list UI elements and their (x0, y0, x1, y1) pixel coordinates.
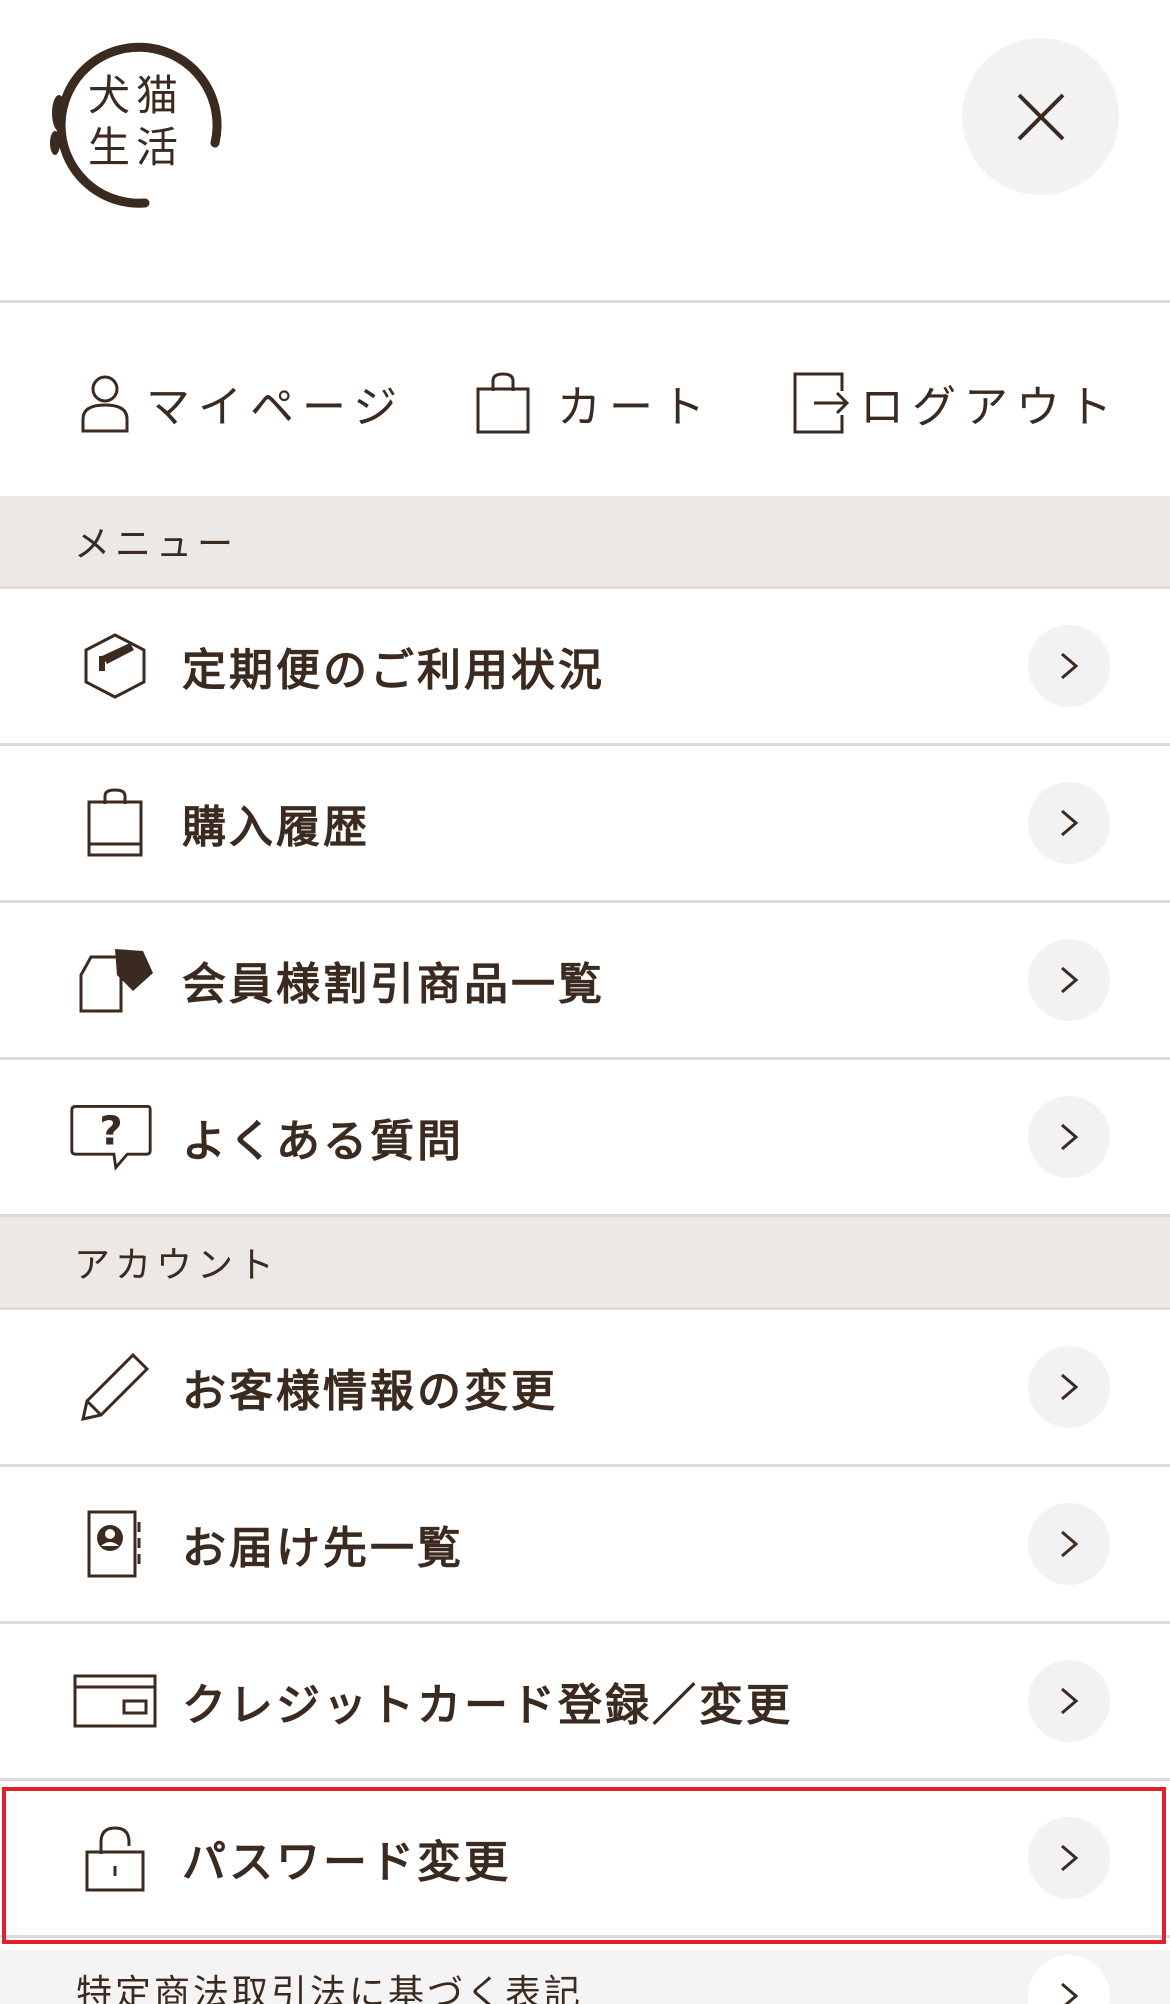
menu-item-faq[interactable]: ? よくある質問 (0, 1060, 1170, 1217)
menu-item-label: よくある質問 (182, 1116, 464, 1167)
chevron-right-icon (1028, 1817, 1110, 1899)
mypage-link[interactable]: マイページ (80, 363, 405, 443)
chevron-right-icon (1028, 1346, 1110, 1428)
shopping-bag-icon (72, 780, 158, 866)
mypage-label: マイページ (146, 382, 406, 433)
close-button[interactable] (962, 38, 1119, 195)
chevron-right-icon (1028, 939, 1110, 1021)
account-item-label: クレジットカード登録／変更 (182, 1680, 793, 1731)
account-item-customer-info[interactable]: お客様情報の変更 (0, 1310, 1170, 1467)
footer-link-label: 特定商法取引法に基づく表記 (76, 1973, 584, 2004)
box-icon (72, 623, 158, 709)
section-header-account: アカウント (0, 1217, 1170, 1310)
chevron-right-icon (1028, 1955, 1110, 2004)
address-book-icon (72, 1501, 158, 1587)
logout-icon (793, 372, 850, 434)
quick-links: マイページ カート ログアウト (0, 303, 1170, 496)
account-item-credit-card[interactable]: クレジットカード登録／変更 (0, 1624, 1170, 1781)
account-item-label: パスワード変更 (182, 1837, 511, 1888)
shopping-bag-icon (476, 372, 530, 434)
logout-label: ログアウト (860, 382, 1120, 433)
user-icon (81, 375, 129, 433)
account-item-label: お客様情報の変更 (182, 1366, 558, 1417)
credit-card-icon (72, 1658, 158, 1744)
menu-item-label: 会員様割引商品一覧 (182, 959, 605, 1010)
menu-item-subscription[interactable]: 定期便のご利用状況 (0, 589, 1170, 746)
cart-label: カート (557, 382, 713, 433)
logo-text-line1: 犬猫 (88, 71, 185, 120)
pencil-icon (72, 1344, 158, 1430)
logout-link[interactable]: ログアウト (792, 363, 1120, 443)
logo-text: 犬猫 生活 (88, 70, 198, 174)
side-menu-page: 犬猫 生活 マイページ カート ログアウト メニュー 定期便のご利用状況 購入履… (0, 0, 1170, 2004)
svg-text:?: ? (99, 1109, 122, 1155)
section-header-menu: メニュー (0, 496, 1170, 589)
chevron-right-icon (1028, 1503, 1110, 1585)
menu-item-label: 購入履歴 (182, 802, 370, 853)
logo-text-line2: 生活 (88, 123, 185, 172)
chevron-right-icon (1028, 1096, 1110, 1178)
chevron-right-icon (1028, 1660, 1110, 1742)
discount-tag-icon (72, 937, 158, 1023)
close-icon (1017, 93, 1064, 140)
account-item-label: お届け先一覧 (182, 1523, 464, 1574)
account-item-address-list[interactable]: お届け先一覧 (0, 1467, 1170, 1624)
lock-icon (72, 1815, 158, 1901)
account-item-password-change[interactable]: パスワード変更 (0, 1781, 1170, 1938)
menu-item-purchase-history[interactable]: 購入履歴 (0, 746, 1170, 903)
chevron-right-icon (1028, 782, 1110, 864)
question-bubble-icon: ? (68, 1094, 154, 1180)
menu-header: 犬猫 生活 (0, 0, 1170, 303)
cart-link[interactable]: カート (475, 363, 713, 443)
chevron-right-icon (1028, 625, 1110, 707)
menu-item-label: 定期便のご利用状況 (182, 645, 605, 696)
footer-link-commercial-law[interactable]: 特定商法取引法に基づく表記 (0, 1950, 1170, 2004)
menu-item-member-discount[interactable]: 会員様割引商品一覧 (0, 903, 1170, 1060)
